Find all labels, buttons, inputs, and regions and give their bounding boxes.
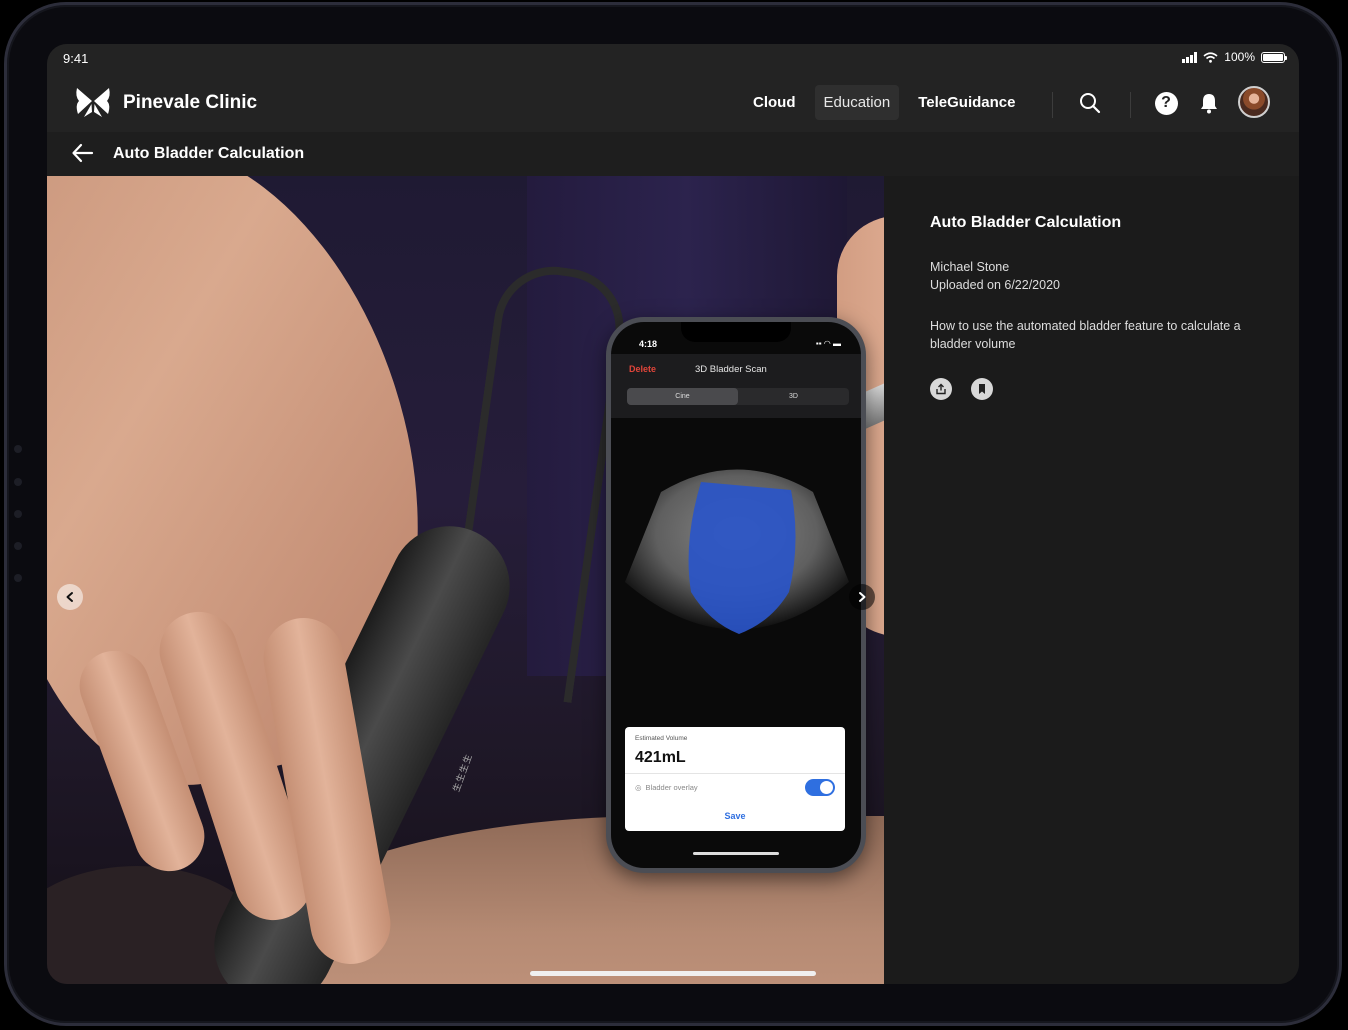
estimated-volume-value: 421mL	[635, 749, 686, 766]
phone-segmented-control: Cine 3D	[627, 388, 849, 405]
page-title: Auto Bladder Calculation	[113, 145, 305, 162]
help-icon: ?	[1154, 91, 1178, 115]
details-description: How to use the automated bladder feature…	[930, 319, 1241, 351]
video-details-panel: Auto Bladder Calculation Michael Stone U…	[884, 176, 1299, 984]
details-author: Michael Stone	[930, 260, 1010, 274]
phone-segment-cine: Cine	[627, 388, 738, 405]
phone-delete-button: Delete	[629, 364, 657, 374]
phone-save-button: Save	[724, 811, 746, 821]
status-right: 100%	[1182, 50, 1287, 64]
phone-segment-3d: 3D	[789, 393, 798, 400]
nav-cloud[interactable]: Cloud	[744, 85, 805, 120]
ultrasound-scan-image	[625, 469, 849, 634]
battery-icon	[1261, 51, 1287, 63]
nav-teleguidance[interactable]: TeleGuidance	[909, 85, 1024, 120]
app-screen: 9:41 100% Pinevale Clinic Cloud Educatio…	[47, 44, 1299, 984]
back-arrow-icon	[72, 143, 94, 163]
wifi-icon	[1203, 51, 1218, 63]
top-navbar: Pinevale Clinic Cloud Education TeleGuid…	[47, 74, 1299, 132]
page-subheader: Auto Bladder Calculation	[47, 132, 1299, 176]
share-icon	[936, 383, 946, 395]
user-avatar[interactable]	[1238, 86, 1270, 118]
phone-screen: 4:18 ▪▪ ◠ ▬ Delete 3D Bladder Scan Cine …	[611, 322, 861, 868]
signal-icon	[1182, 51, 1198, 63]
phone-status-icons: ▪▪ ◠ ▬	[815, 339, 841, 348]
phone-notch	[681, 322, 791, 342]
probe-label-text: 生生生生	[450, 752, 475, 794]
previous-button[interactable]	[57, 584, 83, 610]
notifications-button[interactable]	[1196, 90, 1222, 116]
bell-icon	[1201, 94, 1217, 114]
brand-name: Pinevale Clinic	[123, 92, 258, 113]
details-title: Auto Bladder Calculation	[930, 214, 1122, 231]
status-time: 9:41	[63, 51, 89, 66]
search-icon	[1080, 93, 1101, 114]
phone-home-indicator	[693, 852, 779, 855]
brand-logo[interactable]: Pinevale Clinic	[75, 87, 257, 119]
nav-education[interactable]: Education	[814, 85, 900, 120]
status-bar: 9:41 100%	[47, 44, 1299, 74]
details-actions	[930, 378, 993, 400]
card-divider	[625, 773, 845, 774]
bookmark-button[interactable]	[971, 378, 993, 400]
estimated-volume-label: Estimated Volume	[635, 735, 688, 742]
device-side-button	[14, 445, 22, 453]
bladder-overlay-icon: ◎	[635, 783, 642, 792]
chevron-left-icon	[66, 592, 73, 602]
bookmark-icon	[979, 384, 985, 394]
estimated-volume-card: Estimated Volume 421mL ◎ Bladder overlay…	[625, 727, 845, 831]
primary-nav: Cloud Education TeleGuidance	[744, 85, 1034, 120]
phone-title: 3D Bladder Scan	[695, 364, 767, 375]
device-side-button	[14, 542, 22, 550]
phone-in-video: 4:18 ▪▪ ◠ ▬ Delete 3D Bladder Scan Cine …	[606, 317, 866, 873]
battery-percent: 100%	[1224, 50, 1255, 64]
details-upload-date: Uploaded on 6/22/2020	[930, 278, 1060, 292]
bladder-overlay-label: Bladder overlay	[645, 783, 698, 792]
device-side-button	[14, 510, 22, 518]
nav-divider	[1052, 92, 1053, 118]
next-button[interactable]	[849, 584, 875, 610]
phone-time: 4:18	[639, 339, 658, 349]
share-button[interactable]	[930, 378, 952, 400]
bladder-overlay-toggle	[805, 779, 835, 796]
video-player[interactable]: 生生生生 4:18 ▪▪ ◠ ▬ Delete 3D Bladder Scan …	[47, 176, 884, 984]
device-side-button	[14, 478, 22, 486]
back-button[interactable]	[71, 142, 97, 166]
home-indicator	[530, 971, 816, 976]
help-button[interactable]: ?	[1153, 90, 1179, 116]
chevron-right-icon	[859, 592, 866, 602]
butterfly-logo-icon	[76, 88, 110, 117]
device-side-button	[14, 574, 22, 582]
bladder-overlay-row: ◎ Bladder overlay	[635, 783, 698, 792]
phone-header: Delete 3D Bladder Scan Cine 3D	[611, 354, 861, 418]
nav-divider	[1130, 92, 1131, 118]
search-button[interactable]	[1077, 90, 1103, 116]
